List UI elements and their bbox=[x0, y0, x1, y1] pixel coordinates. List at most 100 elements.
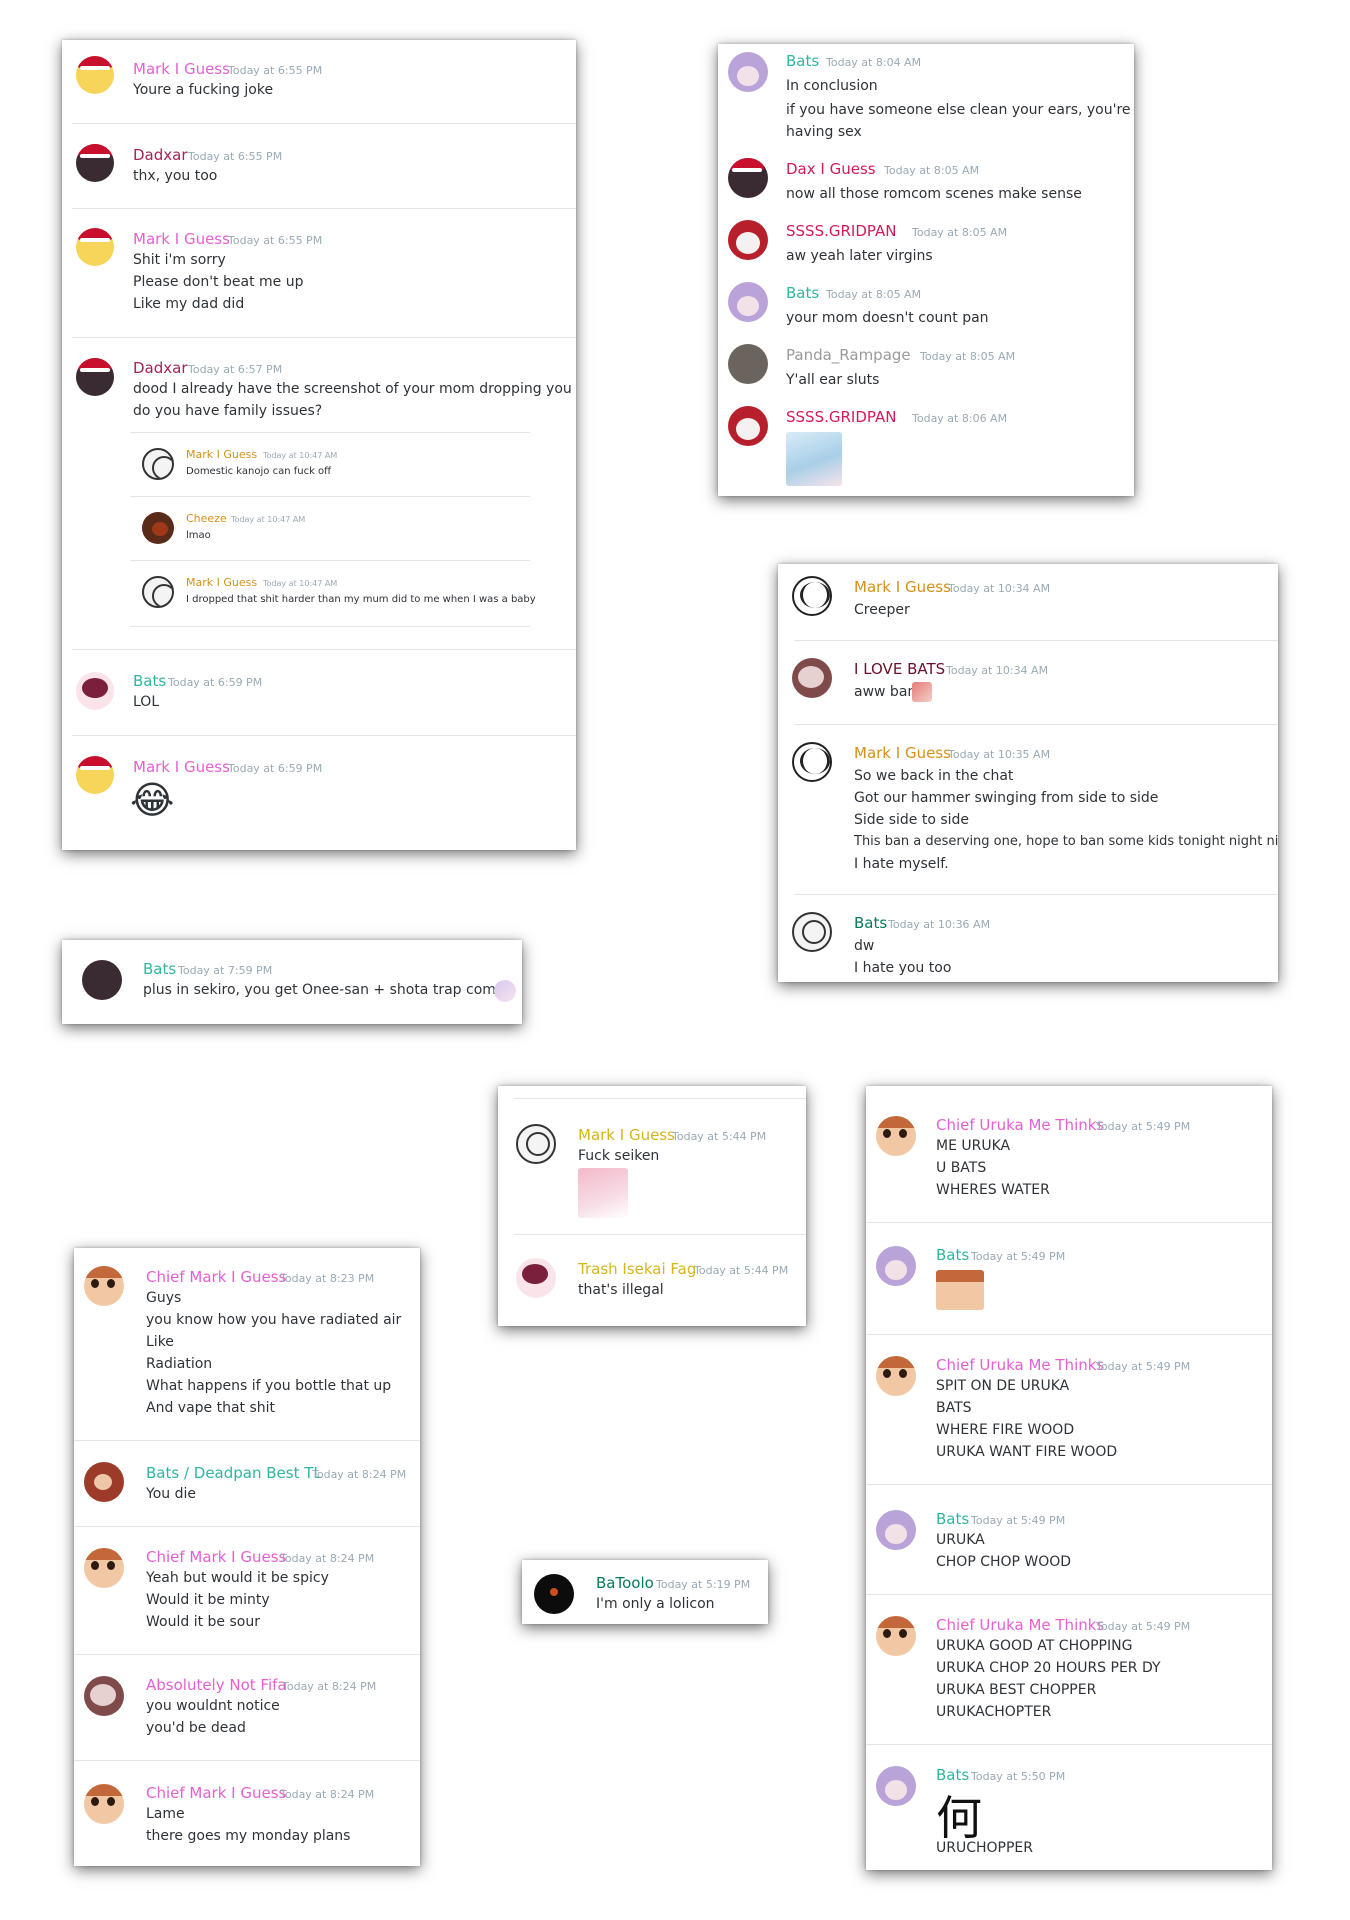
username[interactable]: Chief Uruka Me Thinks bbox=[936, 1616, 1104, 1634]
user-avatar[interactable] bbox=[728, 344, 768, 384]
user-avatar[interactable] bbox=[728, 220, 768, 260]
laughing-emoji-icon: 😂 bbox=[130, 778, 175, 822]
timestamp: Today at 6:59 PM bbox=[168, 676, 263, 689]
timestamp: Today at 10:47 AM bbox=[263, 579, 338, 588]
user-avatar[interactable] bbox=[516, 1124, 556, 1164]
message-text: you wouldnt notice bbox=[146, 1698, 280, 1714]
user-avatar[interactable] bbox=[876, 1246, 916, 1286]
message-text: WHERES WATER bbox=[936, 1182, 1050, 1198]
username[interactable]: Mark I Guess bbox=[186, 448, 257, 461]
user-avatar[interactable] bbox=[792, 576, 832, 616]
user-avatar[interactable] bbox=[876, 1356, 916, 1396]
user-avatar[interactable] bbox=[142, 512, 174, 544]
user-avatar[interactable] bbox=[876, 1766, 916, 1806]
user-avatar[interactable] bbox=[82, 960, 122, 1000]
message-text: SPIT ON DE URUKA bbox=[936, 1378, 1070, 1394]
user-avatar[interactable] bbox=[142, 448, 174, 480]
anime-sticker-image[interactable] bbox=[786, 432, 842, 486]
username[interactable]: Cheeze bbox=[186, 512, 227, 525]
message-divider bbox=[72, 208, 576, 209]
username[interactable]: Chief Mark I Guess bbox=[146, 1548, 286, 1566]
username[interactable]: Panda_Rampage bbox=[786, 346, 911, 364]
timestamp: Today at 8:05 AM bbox=[912, 226, 1008, 239]
message-text: URUKA WANT FIRE WOOD bbox=[936, 1444, 1118, 1460]
message-text: there goes my monday plans bbox=[146, 1828, 351, 1844]
username[interactable]: Dadxar bbox=[133, 359, 188, 377]
message-text: This ban a deserving one, hope to ban so… bbox=[854, 834, 1278, 849]
user-avatar[interactable] bbox=[76, 228, 114, 266]
anime-sticker-image[interactable] bbox=[578, 1168, 628, 1218]
user-avatar[interactable] bbox=[76, 756, 114, 794]
user-avatar[interactable] bbox=[792, 658, 832, 698]
timestamp: Today at 5:19 PM bbox=[656, 1578, 751, 1591]
username[interactable]: SSSS.GRIDPAN bbox=[786, 222, 896, 240]
username[interactable]: Mark I Guess bbox=[186, 576, 257, 589]
inline-emote-image[interactable] bbox=[494, 980, 516, 1002]
user-avatar[interactable] bbox=[76, 56, 114, 94]
user-avatar[interactable] bbox=[84, 1266, 124, 1306]
message-divider bbox=[866, 1222, 1272, 1223]
chat-panel-sekiro: Bats Today at 7:59 PM plus in sekiro, yo… bbox=[62, 940, 522, 1024]
message-divider bbox=[866, 1594, 1272, 1595]
username[interactable]: Mark I Guess bbox=[854, 578, 951, 596]
inline-emote-image[interactable] bbox=[912, 682, 932, 702]
username[interactable]: Chief Mark I Guess bbox=[146, 1784, 286, 1802]
message-divider bbox=[866, 1334, 1272, 1335]
username[interactable]: Absolutely Not Fifa bbox=[146, 1676, 287, 1694]
user-avatar[interactable] bbox=[84, 1676, 124, 1716]
username[interactable]: Bats bbox=[936, 1510, 969, 1528]
username[interactable]: Mark I Guess bbox=[854, 744, 951, 762]
user-avatar[interactable] bbox=[76, 672, 114, 710]
username[interactable]: Dax I Guess bbox=[786, 160, 876, 178]
user-avatar[interactable] bbox=[728, 158, 768, 198]
username[interactable]: Bats bbox=[936, 1246, 969, 1264]
user-avatar[interactable] bbox=[76, 358, 114, 396]
anime-face-emote-image[interactable] bbox=[936, 1270, 984, 1310]
username[interactable]: Trash Isekai Fag bbox=[578, 1260, 696, 1278]
timestamp: Today at 5:50 PM bbox=[971, 1770, 1066, 1783]
chat-panel-batoolo: BaToolo Today at 5:19 PM I'm only a loli… bbox=[522, 1560, 768, 1624]
user-avatar[interactable] bbox=[792, 912, 832, 952]
user-avatar[interactable] bbox=[728, 282, 768, 322]
username[interactable]: Bats bbox=[143, 960, 176, 978]
username[interactable]: Bats bbox=[854, 914, 887, 932]
message-divider bbox=[130, 496, 530, 497]
user-avatar[interactable] bbox=[876, 1510, 916, 1550]
user-avatar[interactable] bbox=[792, 742, 832, 782]
username[interactable]: Bats / Deadpan Best TL bbox=[146, 1464, 322, 1482]
username[interactable]: I LOVE BATS bbox=[854, 660, 945, 678]
message-divider bbox=[72, 649, 576, 650]
username[interactable]: Chief Uruka Me Thinks bbox=[936, 1356, 1104, 1374]
username[interactable]: Chief Mark I Guess bbox=[146, 1268, 286, 1286]
username[interactable]: BaToolo bbox=[596, 1574, 654, 1592]
message-text: Like my dad did bbox=[133, 296, 245, 312]
username[interactable]: Bats bbox=[133, 672, 166, 690]
message-text: URUKA GOOD AT CHOPPING bbox=[936, 1638, 1133, 1654]
user-avatar[interactable] bbox=[876, 1116, 916, 1156]
user-avatar[interactable] bbox=[516, 1258, 556, 1298]
username[interactable]: Chief Uruka Me Thinks bbox=[936, 1116, 1104, 1134]
user-avatar[interactable] bbox=[84, 1462, 124, 1502]
message-divider bbox=[514, 1234, 806, 1235]
user-avatar[interactable] bbox=[84, 1548, 124, 1588]
username[interactable]: Bats bbox=[786, 284, 819, 302]
user-avatar[interactable] bbox=[84, 1784, 124, 1824]
username[interactable]: SSSS.GRIDPAN bbox=[786, 408, 896, 426]
username[interactable]: Mark I Guess bbox=[133, 230, 230, 248]
message-text: Radiation bbox=[146, 1356, 213, 1372]
message-divider bbox=[514, 1098, 806, 1099]
username[interactable]: Mark I Guess bbox=[578, 1126, 675, 1144]
username[interactable]: Mark I Guess bbox=[133, 758, 230, 776]
message-text: Please don't beat me up bbox=[133, 274, 304, 290]
user-avatar[interactable] bbox=[728, 406, 768, 446]
user-avatar[interactable] bbox=[534, 1574, 574, 1614]
user-avatar[interactable] bbox=[142, 576, 174, 608]
user-avatar[interactable] bbox=[728, 52, 768, 92]
username[interactable]: Mark I Guess bbox=[133, 60, 230, 78]
username[interactable]: Dadxar bbox=[133, 146, 188, 164]
timestamp: Today at 6:59 PM bbox=[228, 762, 323, 775]
user-avatar[interactable] bbox=[876, 1616, 916, 1656]
message-divider bbox=[74, 1654, 420, 1655]
username[interactable]: Bats bbox=[786, 52, 819, 70]
user-avatar[interactable] bbox=[76, 144, 114, 182]
